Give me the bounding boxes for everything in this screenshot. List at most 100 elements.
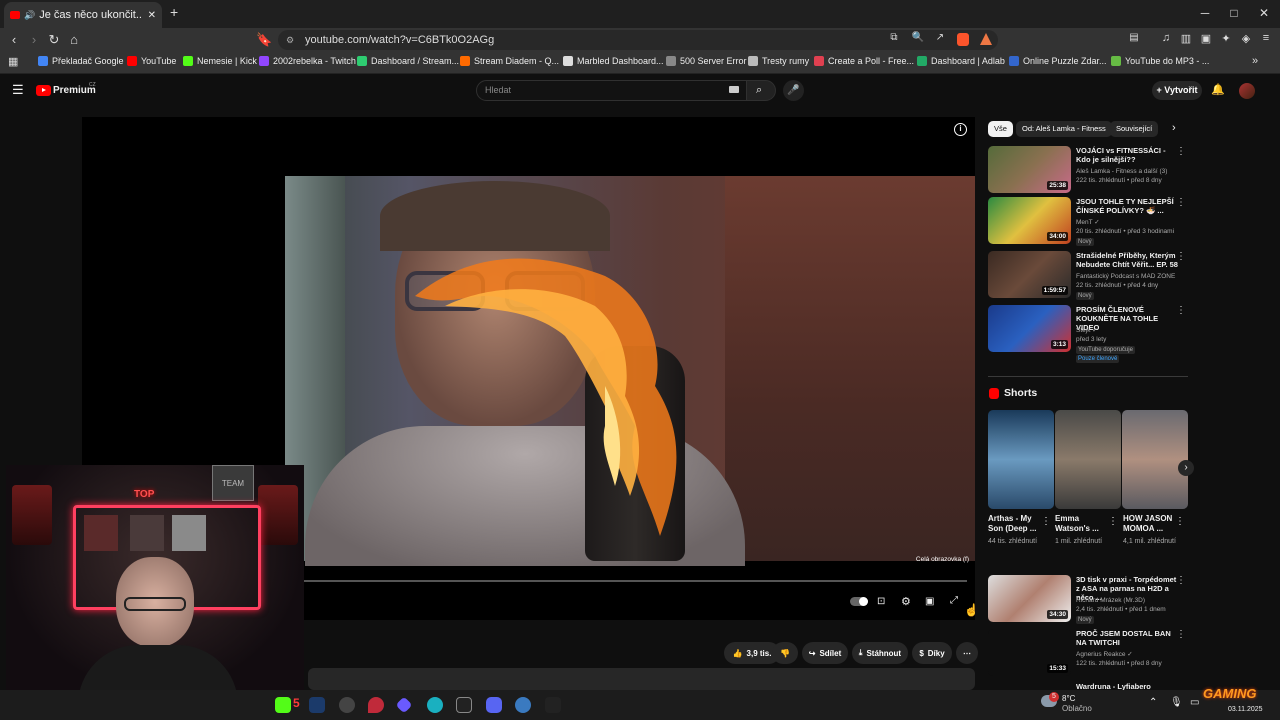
back-icon[interactable]: ‹ (6, 32, 22, 47)
more-vert-icon[interactable]: ⋮ (1041, 516, 1051, 527)
bookmark-item[interactable]: 500 Server Error (666, 56, 747, 66)
short-thumbnail[interactable] (1055, 410, 1121, 509)
create-button[interactable]: + Vytvořit (1152, 81, 1202, 100)
autoplay-toggle[interactable] (850, 597, 868, 606)
reader-icon[interactable]: ▤ (1126, 32, 1142, 43)
kick-app-icon[interactable] (275, 697, 291, 713)
more-vert-icon[interactable]: ⋮ (1175, 516, 1185, 527)
bookmark-item[interactable]: Dashboard | Adlab (917, 56, 1005, 66)
clock-date[interactable]: 03.11.2025 (1228, 706, 1263, 713)
keyboard-icon[interactable] (729, 86, 739, 93)
hamburger-menu-icon[interactable]: ☰ (12, 82, 24, 98)
bookmark-item[interactable]: YouTube do MP3 - ... (1111, 56, 1209, 66)
shorts-next-icon[interactable]: › (1178, 460, 1194, 476)
menu-icon[interactable]: ≡ (1258, 32, 1274, 44)
network-icon[interactable]: ▭ (1190, 697, 1199, 708)
video-title[interactable]: VOJÁCI vs FITNESSÁCI - Kdo je silnější?? (1076, 146, 1182, 164)
miniplayer-icon[interactable]: ▣ (925, 596, 934, 607)
more-vert-icon[interactable]: ⋮ (1108, 516, 1118, 527)
download-button[interactable]: ⤓ Stáhnout (852, 642, 908, 664)
short-title[interactable]: HOW JASON MOMOA ... (1123, 514, 1183, 534)
more-vert-icon[interactable]: ⋮ (1176, 251, 1186, 262)
video-title[interactable]: PROČ JSEM DOSTAL BAN NA TWITCHI (1076, 629, 1182, 647)
video-channel[interactable]: Fantastický Podcast s MAD ZONE (1076, 273, 1182, 281)
bookmark-icon[interactable]: 🔖 (256, 32, 272, 48)
bookmark-item[interactable]: Dashboard / Stream... (357, 56, 459, 66)
bookmark-item[interactable]: Online Puzzle Zdar... (1009, 56, 1107, 66)
related-video[interactable]: 15:33 PROČ JSEM DOSTAL BAN NA TWITCHI Ag… (988, 629, 1188, 679)
leo-icon[interactable]: ✦ (1218, 32, 1234, 45)
epic-games-icon[interactable] (456, 697, 472, 713)
new-tab-button[interactable]: + (170, 4, 178, 20)
related-video[interactable]: 3:13 PROSÍM ČLENOVÉ KOUKNĚTE NA TOHLE VI… (988, 305, 1188, 367)
more-actions-button[interactable]: ⋯ (956, 642, 978, 664)
subtitles-icon[interactable]: ⊡ (877, 596, 885, 607)
info-icon[interactable]: i (954, 123, 967, 136)
home-icon[interactable]: ⌂ (66, 32, 82, 47)
search-button[interactable]: ⌕ (746, 80, 776, 101)
description-box[interactable] (308, 668, 975, 690)
fullscreen-icon[interactable]: ⤢ (950, 595, 958, 606)
chip-all[interactable]: Vše (988, 121, 1013, 137)
steam-app-icon[interactable] (309, 697, 325, 713)
discord-app-icon[interactable] (486, 697, 502, 713)
sidebar-icon[interactable]: ▥ (1178, 32, 1194, 45)
video-thumbnail[interactable]: 3:13 (988, 305, 1071, 352)
avatar[interactable] (1239, 83, 1255, 99)
settings-gear-icon[interactable]: ⚙ (901, 595, 911, 608)
search-input[interactable]: Hledat (476, 80, 748, 101)
logitech-app-icon[interactable] (545, 697, 561, 713)
site-info-icon[interactable]: ⚙ (286, 30, 294, 50)
video-thumbnail[interactable]: 25:38 (988, 146, 1071, 193)
brave-shield-icon[interactable] (957, 33, 969, 46)
notifications-bell-icon[interactable]: 🔔 (1211, 83, 1225, 96)
video-channel[interactable]: Agnerius Reakce ✓ (1076, 651, 1182, 659)
microphone-icon[interactable]: 🎙 (1170, 697, 1183, 708)
video-channel[interactable]: MenT ✓ (1076, 219, 1182, 227)
reload-icon[interactable]: ↻ (46, 32, 62, 48)
share-icon[interactable]: ↗ (932, 32, 948, 43)
forward-icon[interactable]: › (26, 32, 42, 47)
related-video[interactable]: 25:38 VOJÁCI vs FITNESSÁCI - Kdo je siln… (988, 146, 1188, 196)
tray-chevron-icon[interactable]: ⌃ (1149, 697, 1157, 708)
media-icon[interactable]: ♫ (1158, 32, 1174, 44)
related-video[interactable]: 34:00 JSOU TOHLE TY NEJLEPŠÍ ČÍNSKÉ POLÍ… (988, 197, 1188, 247)
video-thumbnail[interactable]: 15:33 (988, 629, 1071, 676)
bookmark-item[interactable]: 2002rebelka - Twitch (259, 56, 356, 66)
more-vert-icon[interactable]: ⋮ (1176, 575, 1186, 586)
video-channel[interactable]: Aleš Lamka - Fitness a další (3) (1076, 168, 1182, 176)
apps-grid-icon[interactable]: ▦ (8, 55, 18, 68)
related-video[interactable]: 34:30 3D tisk v praxi - Torpédomet z ASA… (988, 575, 1188, 625)
bookmark-item[interactable]: Tresty rumy (748, 56, 809, 66)
thanks-button[interactable]: $ Díky (912, 642, 952, 664)
more-vert-icon[interactable]: ⋮ (1176, 629, 1186, 640)
chevron-right-icon[interactable]: › (1172, 122, 1176, 134)
zoom-icon[interactable]: 🔍 (910, 32, 926, 43)
progress-bar[interactable] (302, 580, 967, 582)
bookmark-item[interactable]: Překladač Google (38, 56, 124, 66)
browser-tab-active[interactable]: 🔊 Je čas něco ukončit.. - YouTube ✕ (4, 2, 162, 28)
brave-rewards-icon[interactable] (980, 33, 992, 45)
power-app-icon[interactable] (427, 697, 443, 713)
more-bookmarks-icon[interactable]: » (1252, 55, 1258, 67)
short-thumbnail[interactable] (1122, 410, 1188, 509)
video-thumbnail[interactable]: 1:59:57 (988, 251, 1071, 298)
obs-app-icon[interactable] (339, 697, 355, 713)
youtube-logo-icon[interactable] (36, 85, 51, 96)
close-tab-icon[interactable]: ✕ (148, 10, 156, 21)
dislike-button[interactable]: 👎 (772, 642, 798, 664)
video-title[interactable]: JSOU TOHLE TY NEJLEPŠÍ ČÍNSKÉ POLÍVKY? 🍜… (1076, 197, 1182, 215)
chip-channel[interactable]: Od: Aleš Lamka - Fitness (1016, 121, 1112, 137)
chip-related[interactable]: Související (1110, 121, 1159, 137)
short-title[interactable]: Emma Watson's ... (1055, 514, 1115, 534)
bookmark-item[interactable]: Create a Poll - Free... (814, 56, 914, 66)
bookmark-item[interactable]: YouTube (127, 56, 176, 66)
streamlabs-app-icon[interactable] (395, 696, 413, 714)
more-vert-icon[interactable]: ⋮ (1176, 305, 1186, 316)
video-channel[interactable]: Richard Mrázek (Mr.3D) (1076, 597, 1182, 605)
bookmark-item[interactable]: Nemesie | Kick (183, 56, 257, 66)
short-thumbnail[interactable] (988, 410, 1054, 509)
share-button[interactable]: ↪ Sdílet (802, 642, 848, 664)
video-thumbnail[interactable]: 34:00 (988, 197, 1071, 244)
minimize-button[interactable]: ─ (1195, 6, 1215, 20)
